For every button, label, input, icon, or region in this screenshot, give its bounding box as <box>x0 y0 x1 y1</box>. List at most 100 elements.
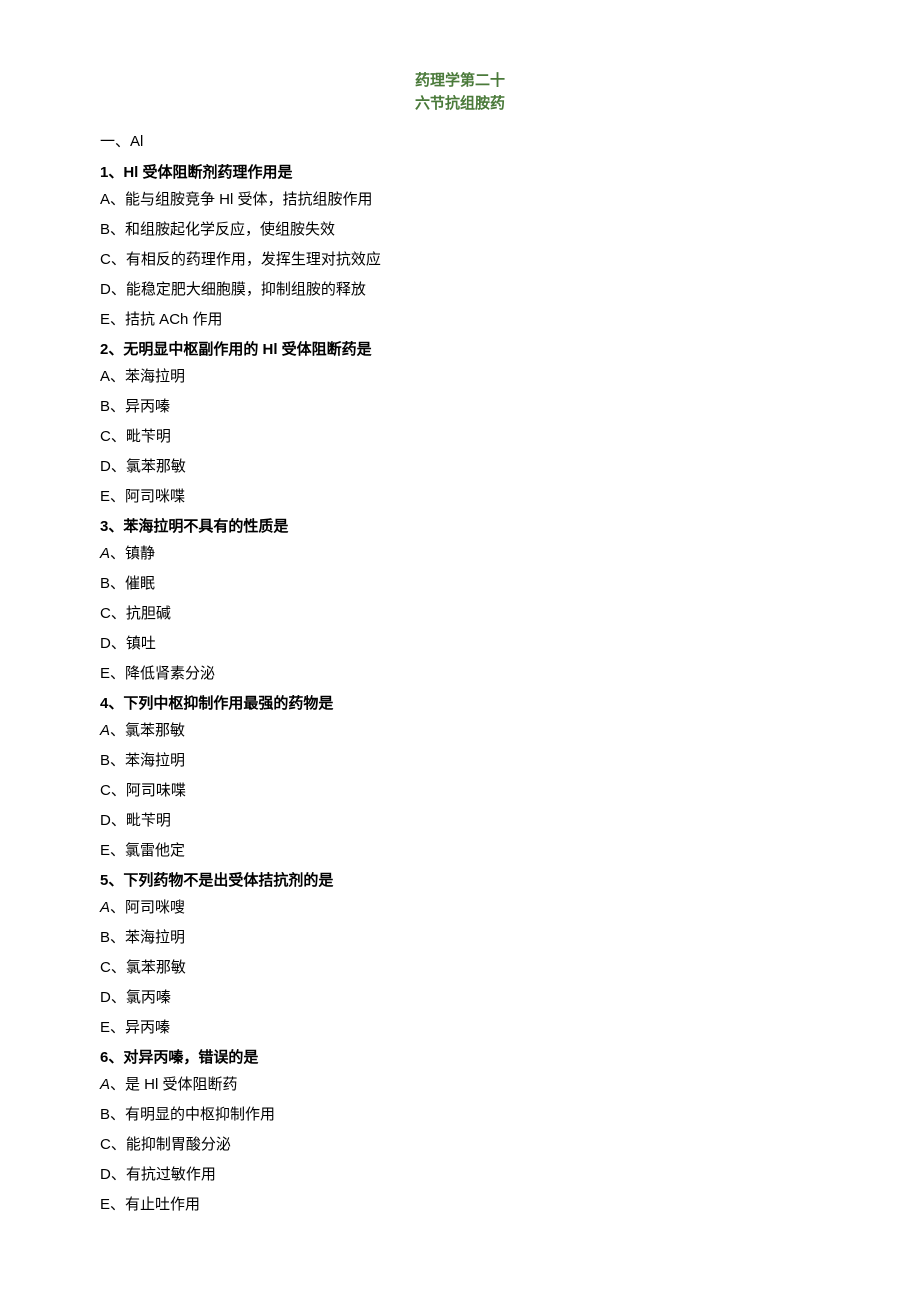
section-header: 一、Al <box>100 131 820 152</box>
option-text: 、毗苄明 <box>111 428 171 445</box>
option-text: 、氯苯那敏 <box>111 458 186 475</box>
option-letter: A <box>100 191 110 208</box>
option-letter: A <box>100 368 110 385</box>
option-letter: E <box>100 842 110 859</box>
question-6-option-A: A、是 Hl 受体阻断药 <box>100 1074 820 1095</box>
question-4-option-E: E、氯雷他定 <box>100 840 820 861</box>
option-text: 、拮抗 ACh 作用 <box>110 311 223 328</box>
question-2-option-A: A、苯海拉明 <box>100 366 820 387</box>
option-letter: E <box>100 311 110 328</box>
option-letter: E <box>100 1196 110 1213</box>
option-text: 、和组胺起化学反应，使组胺失效 <box>110 221 335 238</box>
option-letter: A <box>100 899 110 916</box>
option-text: 、苯海拉明 <box>110 368 185 385</box>
option-letter: C <box>100 251 111 268</box>
question-4-option-A: A、氯苯那敏 <box>100 720 820 741</box>
option-letter: A <box>100 722 110 739</box>
question-2: 2、无明显中枢副作用的 Hl 受体阻断药是 <box>100 339 820 360</box>
option-text: 、能稳定肥大细胞膜，抑制组胺的释放 <box>111 281 366 298</box>
option-text: 、毗苄明 <box>111 812 171 829</box>
option-text: 、阿司味喋 <box>111 782 186 799</box>
option-text: 、氯苯那敏 <box>110 722 185 739</box>
option-text: 、阿司咪喋 <box>110 488 185 505</box>
option-letter: D <box>100 281 111 298</box>
option-text: 、抗胆碱 <box>111 605 171 622</box>
option-text: 、能与组胺竞争 Hl 受体，拮抗组胺作用 <box>110 191 373 208</box>
option-text: 、镇吐 <box>111 635 156 652</box>
option-text: 、有明显的中枢抑制作用 <box>110 1106 275 1123</box>
option-letter: B <box>100 575 110 592</box>
question-6-option-B: B、有明显的中枢抑制作用 <box>100 1104 820 1125</box>
option-text: 、有止吐作用 <box>110 1196 200 1213</box>
option-letter: C <box>100 782 111 799</box>
question-5-option-C: C、氯苯那敏 <box>100 957 820 978</box>
questions-container: 1、Hl 受体阻断剂药理作用是A、能与组胺竞争 Hl 受体，拮抗组胺作用B、和组… <box>100 162 820 1215</box>
question-6-option-D: D、有抗过敏作用 <box>100 1164 820 1185</box>
option-text: 、有相反的药理作用，发挥生理对抗效应 <box>111 251 381 268</box>
question-6-option-C: C、能抑制胃酸分泌 <box>100 1134 820 1155</box>
option-text: 、是 Hl 受体阻断药 <box>110 1076 238 1093</box>
option-letter: D <box>100 1166 111 1183</box>
option-text: 、镇静 <box>110 545 155 562</box>
question-6-option-E: E、有止吐作用 <box>100 1194 820 1215</box>
question-3-option-E: E、降低肾素分泌 <box>100 663 820 684</box>
option-letter: B <box>100 929 110 946</box>
question-3-option-C: C、抗胆碱 <box>100 603 820 624</box>
option-letter: C <box>100 605 111 622</box>
question-1-option-D: D、能稳定肥大细胞膜，抑制组胺的释放 <box>100 279 820 300</box>
option-text: 、降低肾素分泌 <box>110 665 215 682</box>
document-title: 药理学第二十 六节抗组胺药 <box>100 70 820 115</box>
option-letter: E <box>100 1019 110 1036</box>
question-3: 3、苯海拉明不具有的性质是 <box>100 516 820 537</box>
question-5-option-A: A、阿司咪嗖 <box>100 897 820 918</box>
question-1-option-E: E、拮抗 ACh 作用 <box>100 309 820 330</box>
option-letter: D <box>100 635 111 652</box>
option-letter: A <box>100 545 110 562</box>
option-text: 、氯丙嗪 <box>111 989 171 1006</box>
question-5-option-B: B、苯海拉明 <box>100 927 820 948</box>
option-letter: B <box>100 752 110 769</box>
option-text: 、有抗过敏作用 <box>111 1166 216 1183</box>
option-text: 、能抑制胃酸分泌 <box>111 1136 231 1153</box>
question-4: 4、下列中枢抑制作用最强的药物是 <box>100 693 820 714</box>
option-letter: C <box>100 428 111 445</box>
option-text: 、苯海拉明 <box>110 929 185 946</box>
question-1-option-A: A、能与组胺竞争 Hl 受体，拮抗组胺作用 <box>100 189 820 210</box>
question-5-option-D: D、氯丙嗪 <box>100 987 820 1008</box>
title-line-2: 六节抗组胺药 <box>100 93 820 116</box>
option-letter: B <box>100 221 110 238</box>
option-letter: D <box>100 989 111 1006</box>
question-2-option-E: E、阿司咪喋 <box>100 486 820 507</box>
question-3-option-D: D、镇吐 <box>100 633 820 654</box>
option-letter: B <box>100 1106 110 1123</box>
question-1: 1、Hl 受体阻断剂药理作用是 <box>100 162 820 183</box>
question-4-option-C: C、阿司味喋 <box>100 780 820 801</box>
option-letter: D <box>100 812 111 829</box>
question-1-option-B: B、和组胺起化学反应，使组胺失效 <box>100 219 820 240</box>
option-text: 、异丙嗪 <box>110 1019 170 1036</box>
question-5-option-E: E、异丙嗪 <box>100 1017 820 1038</box>
option-letter: B <box>100 398 110 415</box>
question-5: 5、下列药物不是出受体拮抗剂的是 <box>100 870 820 891</box>
option-letter: E <box>100 665 110 682</box>
option-text: 、氯苯那敏 <box>111 959 186 976</box>
question-3-option-A: A、镇静 <box>100 543 820 564</box>
question-2-option-D: D、氯苯那敏 <box>100 456 820 477</box>
option-text: 、阿司咪嗖 <box>110 899 185 916</box>
option-letter: E <box>100 488 110 505</box>
question-6: 6、对异丙嗪，错误的是 <box>100 1047 820 1068</box>
option-text: 、异丙嗪 <box>110 398 170 415</box>
question-4-option-B: B、苯海拉明 <box>100 750 820 771</box>
option-letter: A <box>100 1076 110 1093</box>
option-text: 、催眠 <box>110 575 155 592</box>
question-2-option-C: C、毗苄明 <box>100 426 820 447</box>
option-letter: D <box>100 458 111 475</box>
question-2-option-B: B、异丙嗪 <box>100 396 820 417</box>
option-letter: C <box>100 1136 111 1153</box>
question-4-option-D: D、毗苄明 <box>100 810 820 831</box>
option-letter: C <box>100 959 111 976</box>
option-text: 、氯雷他定 <box>110 842 185 859</box>
question-1-option-C: C、有相反的药理作用，发挥生理对抗效应 <box>100 249 820 270</box>
question-3-option-B: B、催眠 <box>100 573 820 594</box>
title-line-1: 药理学第二十 <box>100 70 820 93</box>
